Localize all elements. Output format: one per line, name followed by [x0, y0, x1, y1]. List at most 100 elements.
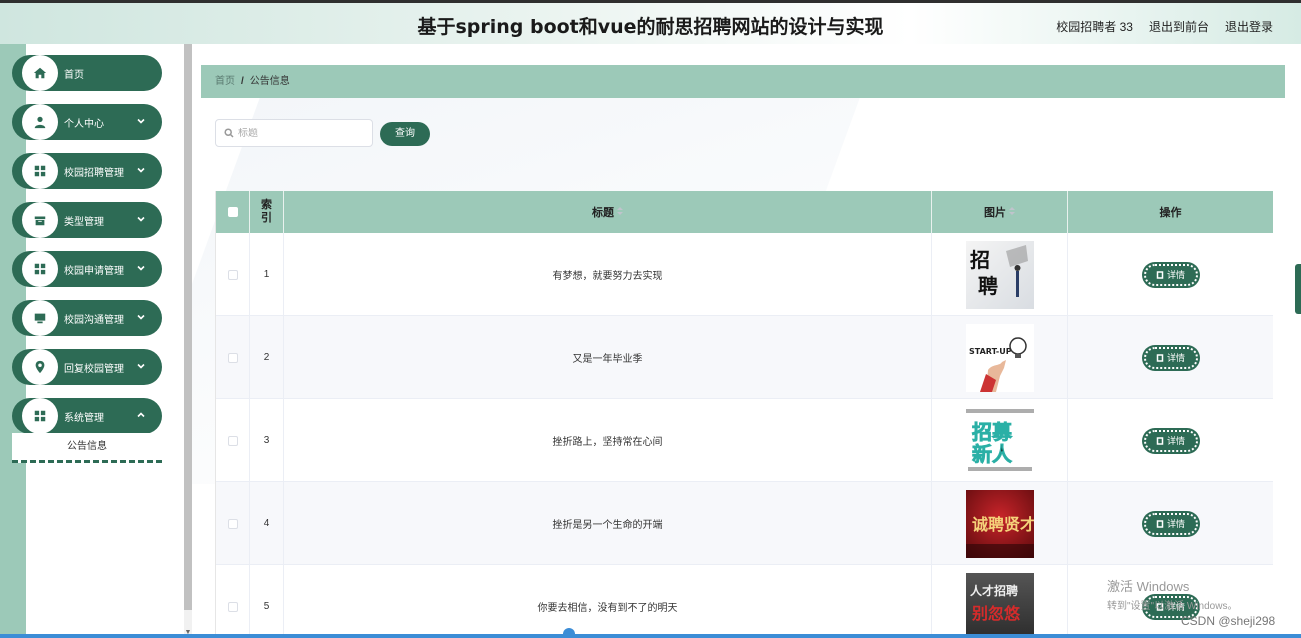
sidebar-scroll-thumb[interactable] — [184, 44, 192, 610]
sidebar-item-recruit[interactable]: 校园招聘管理 — [12, 153, 162, 189]
main-content: 首页 / 公告信息 查询 索 引 标题 图片 操作 1 有梦想，就要努力去实现 招 … — [192, 44, 1301, 638]
header-select-all[interactable] — [216, 191, 250, 233]
row-index: 4 — [250, 482, 284, 565]
svg-text:START-UP: START-UP — [969, 347, 1012, 356]
sidebar-item-apply[interactable]: 校园申请管理 — [12, 251, 162, 287]
sidebar-scrollbar[interactable]: ▼ — [184, 44, 192, 638]
detail-button[interactable]: 详情 — [1143, 346, 1198, 369]
sort-icon[interactable] — [1009, 207, 1015, 217]
search-icon — [224, 128, 234, 138]
sidebar-item-home[interactable]: 首页 — [12, 55, 162, 91]
header-image[interactable]: 图片 — [932, 191, 1068, 233]
right-edge-tab[interactable] — [1295, 264, 1301, 314]
svg-text:招募: 招募 — [972, 420, 1013, 444]
detail-label: 详情 — [1166, 436, 1185, 446]
svg-text:人才招聘: 人才招聘 — [970, 583, 1018, 598]
title-search-input[interactable] — [238, 127, 368, 139]
breadcrumb-separator: / — [241, 76, 244, 87]
detail-button[interactable]: 详情 — [1143, 512, 1198, 535]
document-icon — [1156, 270, 1164, 279]
svg-text:别忽悠: 别忽悠 — [971, 604, 1021, 623]
sort-icon[interactable] — [617, 207, 623, 217]
header-title[interactable]: 标题 — [284, 191, 932, 233]
header-image-label: 图片 — [984, 207, 1006, 219]
sidebar-item-personal[interactable]: 个人中心 — [12, 104, 162, 140]
document-icon — [1156, 519, 1164, 528]
chevron-down-icon — [136, 360, 150, 374]
detail-label: 详情 — [1166, 353, 1185, 363]
watermark-line2: 转到"设置"以激活 Windows。 — [1107, 601, 1238, 612]
detail-button[interactable]: 详情 — [1143, 263, 1198, 286]
table-row: 4 挫折是另一个生命的开端 诚聘贤才 详情 — [216, 482, 1273, 565]
notice-thumbnail[interactable]: 招 聘 — [965, 240, 1034, 309]
csdn-watermark: CSDN @sheji298 — [1181, 614, 1276, 628]
sidebar-item-label: 校园招聘管理 — [64, 167, 124, 179]
sidebar-item-type[interactable]: 类型管理 — [12, 202, 162, 238]
row-image-cell: START-UP — [932, 316, 1068, 399]
detail-button[interactable]: 详情 — [1143, 429, 1198, 452]
notice-thumbnail[interactable]: 诚聘贤才 — [965, 489, 1034, 558]
horizontal-scroll-knob[interactable] — [563, 628, 575, 638]
row-title: 挫折是另一个生命的开端 — [284, 482, 932, 565]
back-to-front-link[interactable]: 退出到前台 — [1149, 18, 1209, 35]
svg-text:诚聘贤才: 诚聘贤才 — [972, 515, 1034, 534]
notice-thumbnail[interactable]: 招募 新人 — [965, 406, 1034, 475]
svg-text:新人: 新人 — [972, 442, 1013, 466]
row-title: 又是一年毕业季 — [284, 316, 932, 399]
table-row: 3 挫折路上，坚持常在心间 招募 新人 详情 — [216, 399, 1273, 482]
row-action-cell: 详情 — [1068, 316, 1273, 399]
user-icon — [24, 106, 56, 138]
user-label: 校园招聘者 33 — [1056, 20, 1133, 34]
row-index: 5 — [250, 565, 284, 638]
sidebar-item-reply[interactable]: 回复校园管理 — [12, 349, 162, 385]
row-image-cell: 人才招聘 别忽悠 — [932, 565, 1068, 638]
table-row: 2 又是一年毕业季 START-UP 详情 — [216, 316, 1273, 399]
notice-table: 索 引 标题 图片 操作 1 有梦想，就要努力去实现 招 聘 详情 2 又是一年… — [215, 191, 1273, 638]
grid-icon — [24, 155, 56, 187]
search-box[interactable] — [215, 119, 373, 147]
notice-thumbnail[interactable]: START-UP — [965, 323, 1034, 392]
header-title-label: 标题 — [592, 207, 614, 219]
row-index: 2 — [250, 316, 284, 399]
row-title: 挫折路上，坚持常在心间 — [284, 399, 932, 482]
notice-thumbnail[interactable]: 人才招聘 别忽悠 — [965, 572, 1034, 638]
watermark-line1: 激活 Windows — [1107, 579, 1190, 594]
chevron-down-icon — [136, 213, 150, 227]
row-title: 你要去相信，没有到不了的明天 — [284, 565, 932, 638]
horizontal-scrollbar[interactable] — [0, 634, 1301, 638]
breadcrumb-home[interactable]: 首页 — [215, 76, 235, 87]
table-row: 1 有梦想，就要努力去实现 招 聘 详情 — [216, 233, 1273, 316]
location-icon — [24, 351, 56, 383]
row-select-cell — [216, 399, 250, 482]
detail-label: 详情 — [1166, 270, 1185, 280]
row-action-cell: 详情 — [1068, 482, 1273, 565]
svg-text:聘: 聘 — [978, 274, 998, 298]
row-index: 3 — [250, 399, 284, 482]
sidebar-subitem-notice[interactable]: 公告信息 — [12, 433, 162, 463]
row-checkbox[interactable] — [227, 269, 238, 280]
sidebar-item-label: 校园申请管理 — [64, 265, 124, 277]
row-checkbox[interactable] — [227, 352, 238, 363]
sidebar-item-communicate[interactable]: 校园沟通管理 — [12, 300, 162, 336]
row-checkbox[interactable] — [227, 601, 238, 612]
header-action: 操作 — [1159, 207, 1182, 219]
row-checkbox[interactable] — [227, 518, 238, 529]
logout-link[interactable]: 退出登录 — [1225, 18, 1273, 35]
breadcrumb: 首页 / 公告信息 — [201, 65, 1285, 98]
box-icon — [24, 204, 56, 236]
select-all-checkbox[interactable] — [227, 207, 238, 217]
header-index: 索 引 — [250, 191, 284, 233]
chevron-down-icon — [136, 262, 150, 276]
header-links: 校园招聘者 33 退出到前台 退出登录 — [1056, 18, 1273, 35]
top-header: 基于spring boot和vue的耐思招聘网站的设计与实现 校园招聘者 33 … — [0, 0, 1301, 44]
row-select-cell — [216, 316, 250, 399]
row-action-cell: 详情 — [1068, 233, 1273, 316]
sidebar-item-system[interactable]: 系统管理 — [12, 398, 162, 434]
row-checkbox[interactable] — [227, 435, 238, 446]
query-button[interactable]: 查询 — [381, 123, 429, 145]
document-icon — [1156, 353, 1164, 362]
row-select-cell — [216, 565, 250, 638]
sidebar-item-label: 首页 — [64, 69, 84, 81]
sidebar-item-label: 类型管理 — [64, 216, 104, 228]
home-icon — [24, 57, 56, 89]
